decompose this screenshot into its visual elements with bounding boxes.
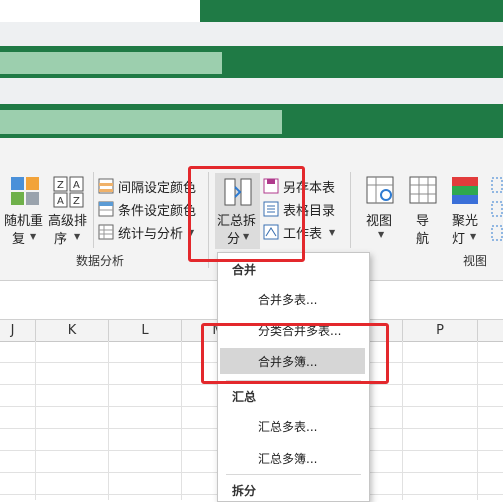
interval-color-label: 间隔设定颜色 — [118, 181, 197, 196]
view-icon — [366, 176, 394, 204]
menu-section-split: 拆分 — [232, 484, 257, 498]
navigate-label: 导 — [416, 214, 430, 229]
chevron-down-icon: ▼ — [470, 232, 477, 241]
interval-color-button[interactable]: 间隔设定颜色 — [98, 176, 197, 196]
condition-color-button[interactable]: 条件设定颜色 — [98, 199, 197, 219]
spotlight-icon — [452, 177, 478, 204]
condition-color-label: 条件设定颜色 — [118, 204, 197, 219]
column-header[interactable]: J — [0, 320, 36, 341]
column-header[interactable] — [478, 320, 503, 341]
spotlight-button[interactable]: 聚光 灯 ▼ — [448, 176, 484, 247]
stats-table-icon — [98, 224, 114, 240]
grid-line — [402, 341, 403, 500]
spotlight-label-2: 灯 — [452, 232, 466, 247]
banner-stripe — [0, 0, 200, 20]
grid-line — [35, 341, 36, 500]
menu-item-label: 汇总多表... — [258, 420, 318, 434]
ribbon-divider — [350, 172, 351, 248]
condition-table-icon — [98, 201, 114, 217]
menu-item-label: 合并多表... — [258, 293, 318, 307]
chevron-down-icon: ▼ — [378, 230, 385, 239]
menu-section-merge: 合并 — [232, 263, 257, 277]
menu-item-summary-multi-books[interactable]: 汇总多簿... — [218, 446, 369, 470]
advanced-sort-button[interactable]: Z A A Z 高级排 序 ▼ — [48, 176, 92, 247]
stats-analysis-label: 统计与分析 — [118, 227, 184, 242]
random-sort-label: 随机重 — [4, 214, 44, 229]
svg-text:Z: Z — [73, 196, 80, 207]
view-label: 视图 — [366, 214, 393, 229]
random-grid-icon — [11, 177, 39, 205]
svg-text:A: A — [73, 180, 80, 191]
chevron-down-icon: ▼ — [329, 228, 336, 237]
menu-section-summary: 汇总 — [232, 390, 257, 404]
random-sort-button[interactable]: 随机重 复 ▼ — [4, 176, 46, 247]
advanced-sort-label: 高级排 — [48, 214, 88, 229]
random-sort-label-2: 复 — [12, 232, 26, 247]
banner-bar — [0, 52, 222, 74]
banner-stripe — [0, 78, 503, 104]
navigate-button[interactable]: 导 航 — [406, 176, 442, 247]
chevron-down-icon: ▼ — [74, 232, 81, 241]
grid-line — [477, 341, 478, 500]
column-header[interactable]: K — [36, 320, 109, 341]
chevron-down-icon: ▼ — [30, 232, 37, 241]
svg-text:A: A — [57, 196, 64, 207]
spotlight-label: 聚光 — [452, 214, 479, 229]
ribbon-divider — [93, 172, 94, 248]
group-label-view: 视图 — [463, 254, 488, 268]
annotation-box — [201, 323, 389, 384]
grid-line — [108, 341, 109, 500]
column-header[interactable]: P — [403, 320, 478, 341]
banner-stripe — [0, 22, 503, 46]
grid-line — [181, 341, 182, 500]
menu-item-merge-multi-sheets[interactable]: 合并多表... — [218, 287, 369, 311]
menu-item-summary-multi-sheets[interactable]: 汇总多表... — [218, 414, 369, 438]
menu-separator — [226, 474, 361, 475]
annotation-box — [188, 166, 305, 262]
banner-stripe — [200, 0, 503, 22]
menu-item-label: 汇总多簿... — [258, 452, 318, 466]
stats-analysis-button[interactable]: 统计与分析 ▼ — [98, 222, 194, 242]
navigate-icon — [409, 176, 437, 204]
cropped-tool-icon[interactable] — [490, 176, 503, 246]
navigate-label-2: 航 — [416, 232, 430, 247]
group-label-data-analysis: 数据分析 — [76, 254, 125, 268]
table-color-icon — [98, 178, 114, 194]
sort-az-icon: Z A A Z — [53, 176, 84, 208]
view-button[interactable]: 视图 ▼ — [362, 176, 402, 244]
advanced-sort-label-2: 序 — [54, 232, 68, 247]
svg-text:Z: Z — [57, 180, 64, 191]
column-header[interactable]: L — [109, 320, 182, 341]
banner-bar — [0, 110, 282, 134]
